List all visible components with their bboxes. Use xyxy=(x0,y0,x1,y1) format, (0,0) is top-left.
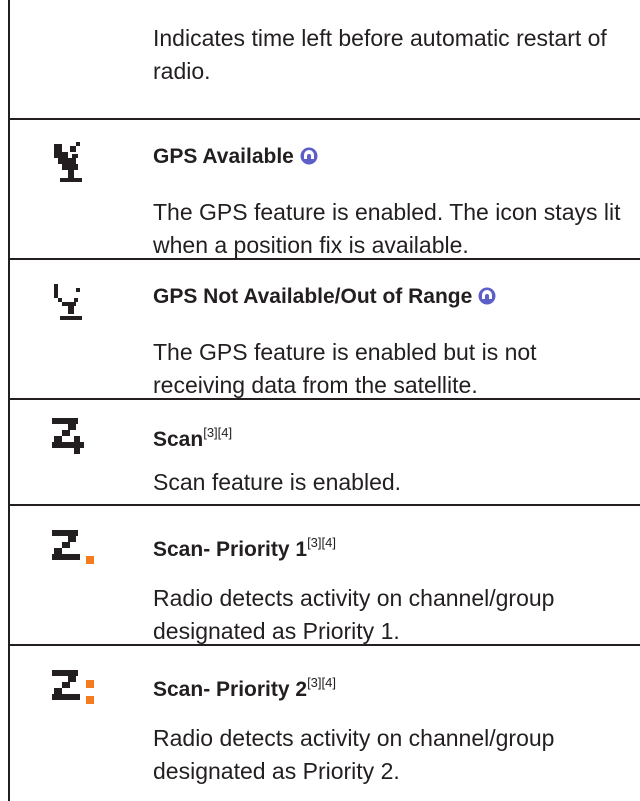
row-title-text: Scan- Priority 1 xyxy=(153,538,308,561)
row-description: Radio detects activity on channel/group … xyxy=(153,585,555,644)
row-description: The GPS feature is enabled but is not re… xyxy=(153,339,537,398)
table-row-gps-available: GPS Available The GPS feature is enabled… xyxy=(10,120,640,260)
row-description: The GPS feature is enabled. The icon sta… xyxy=(153,199,621,258)
gps-badge-icon xyxy=(478,287,496,305)
row-title: GPS Not Available/Out of Range xyxy=(153,284,496,310)
row-description: Indicates time left before automatic res… xyxy=(153,25,607,84)
scan-icon xyxy=(52,418,84,454)
row-title-text: Scan xyxy=(153,428,204,451)
table-row-scan-priority-1: Scan- Priority 1[3][4] Radio detects act… xyxy=(10,506,640,646)
row-title: Scan[3][4] xyxy=(153,420,232,453)
row-description: Radio detects activity on channel/group … xyxy=(153,725,555,784)
scan-priority-2-icon xyxy=(52,670,94,704)
table-row-restart-timer: Indicates time left before automatic res… xyxy=(10,0,640,120)
row-title-text: GPS Not Available/Out of Range xyxy=(153,285,473,308)
gps-available-icon xyxy=(54,142,82,182)
table-row-scan: Scan[3][4] Scan feature is enabled. xyxy=(10,400,640,506)
row-title-footnote: [3][4] xyxy=(307,675,336,690)
row-title: Scan- Priority 1[3][4] xyxy=(153,530,336,563)
row-title: Scan- Priority 2[3][4] xyxy=(153,670,336,703)
row-description: Scan feature is enabled. xyxy=(153,469,402,495)
row-title-text: Scan- Priority 2 xyxy=(153,678,308,701)
row-title-footnote: [3][4] xyxy=(203,425,233,440)
row-title-footnote: [3][4] xyxy=(307,535,336,550)
row-title-text: GPS Available xyxy=(153,145,294,168)
scan-priority-1-icon xyxy=(52,530,94,564)
gps-badge-icon xyxy=(300,147,318,165)
table-row-gps-not-available: GPS Not Available/Out of Range The GPS f… xyxy=(10,260,640,400)
row-title: GPS Available xyxy=(153,144,318,170)
gps-not-available-icon xyxy=(54,284,82,320)
table-row-scan-priority-2: Scan- Priority 2[3][4] Radio detects act… xyxy=(10,646,640,801)
